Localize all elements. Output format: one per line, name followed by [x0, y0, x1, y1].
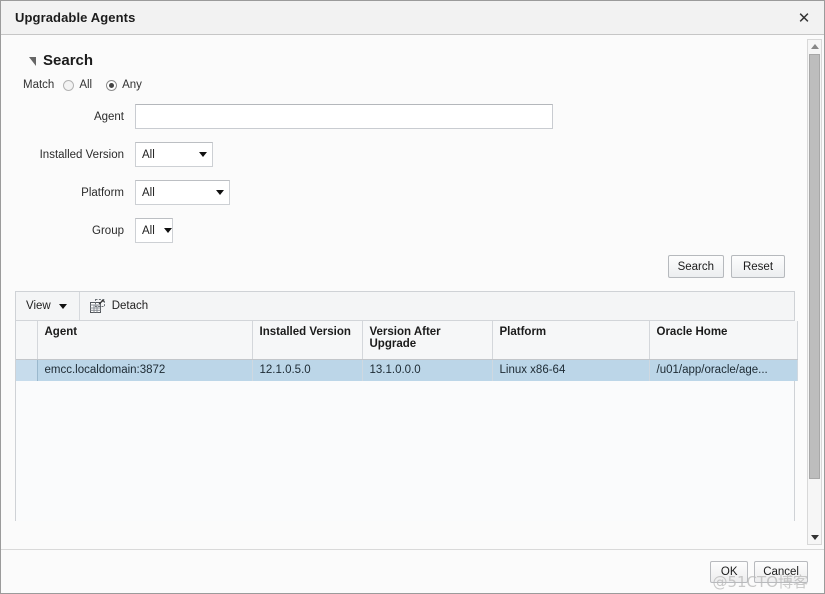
form-row-group: Group All [1, 217, 805, 244]
column-header-installed-version[interactable]: Installed Version [252, 321, 363, 360]
table-header-row: Agent Installed Version Version After Up… [16, 321, 798, 360]
cell-agent: emcc.localdomain:3872 [37, 359, 253, 381]
match-label: Match [23, 79, 55, 91]
dialog-footer: OK Cancel @51CTO博客 [1, 549, 824, 593]
table-header: Agent Installed Version Version After Up… [16, 321, 798, 360]
view-menu-button[interactable]: View [16, 292, 80, 320]
search-section-title: Search [43, 51, 94, 69]
row-select-cell[interactable] [16, 359, 38, 381]
installed-version-value: All [142, 148, 155, 161]
form-row-platform: Platform All [1, 179, 805, 206]
group-value: All [142, 224, 155, 237]
group-field-label: Group [92, 224, 124, 237]
search-form: Agent Installed Version All Platform All… [1, 103, 805, 244]
chevron-down-icon [163, 228, 172, 233]
detach-label: Detach [111, 300, 149, 312]
content-scrollbar[interactable] [807, 39, 822, 545]
table-row[interactable]: emcc.localdomain:3872 12.1.0.5.0 13.1.0.… [16, 359, 798, 381]
match-radio-any[interactable] [106, 79, 118, 91]
close-icon[interactable]: ✕ [792, 6, 816, 30]
ok-button[interactable]: OK [710, 560, 749, 583]
column-header-version-after-upgrade[interactable]: Version After Upgrade [362, 321, 493, 360]
chevron-down-icon [216, 190, 224, 195]
reset-button[interactable]: Reset [731, 255, 785, 278]
dialog-title: Upgradable Agents [15, 10, 136, 25]
search-region: Search Match All Any Agent Installed Ver… [1, 35, 805, 278]
installed-version-select[interactable]: All [135, 142, 213, 167]
chevron-down-icon [58, 303, 67, 309]
match-row: Match All Any [23, 76, 805, 94]
triangle-expanded-icon[interactable] [29, 57, 36, 66]
platform-field-label: Platform [81, 186, 124, 199]
chevron-down-icon [199, 152, 207, 157]
search-button[interactable]: Search [667, 255, 724, 278]
agent-input[interactable] [135, 104, 553, 129]
cell-installed-version: 12.1.0.5.0 [252, 359, 363, 381]
column-header-platform[interactable]: Platform [492, 321, 650, 360]
form-row-agent: Agent [1, 103, 805, 130]
installed-version-field-label: Installed Version [39, 148, 124, 161]
match-radio-any-label[interactable]: Any [122, 79, 142, 91]
platform-select[interactable]: All [135, 180, 230, 205]
column-header-agent[interactable]: Agent [37, 321, 253, 360]
table-toolbar: View Detach [16, 292, 794, 321]
upgradable-agents-dialog: Upgradable Agents ✕ Search Match All Any [0, 0, 825, 594]
cell-version-after-upgrade: 13.1.0.0.0 [362, 359, 493, 381]
detach-button[interactable]: Detach [80, 292, 158, 320]
agent-field-label: Agent [93, 110, 124, 123]
platform-value: All [142, 186, 155, 199]
search-section-header[interactable]: Search [29, 49, 805, 71]
dialog-body: Search Match All Any Agent Installed Ver… [1, 35, 824, 549]
cancel-button[interactable]: Cancel [754, 560, 808, 583]
scroll-up-arrow-icon[interactable] [808, 40, 821, 53]
column-header-oracle-home[interactable]: Oracle Home [649, 321, 798, 360]
match-radio-all-label[interactable]: All [79, 79, 92, 91]
agents-table: Agent Installed Version Version After Up… [16, 321, 798, 381]
select-column-header [16, 321, 38, 360]
detach-icon [89, 298, 105, 314]
table-body: emcc.localdomain:3872 12.1.0.5.0 13.1.0.… [16, 359, 798, 381]
group-select[interactable]: All [135, 218, 173, 243]
match-radio-all[interactable] [63, 79, 75, 91]
search-action-buttons: Search Reset [1, 255, 805, 278]
content-scroll-area: Search Match All Any Agent Installed Ver… [1, 35, 805, 549]
cell-platform: Linux x86-64 [492, 359, 650, 381]
cell-oracle-home: /u01/app/oracle/age... [649, 359, 798, 381]
agents-table-panel: View Detach Agent Installed Version Vers… [15, 291, 798, 521]
scrollbar-thumb[interactable] [809, 54, 820, 479]
scroll-down-arrow-icon[interactable] [808, 531, 821, 544]
form-row-installed-version: Installed Version All [1, 141, 805, 168]
view-menu-label: View [26, 300, 51, 312]
table-empty-area [16, 381, 794, 521]
dialog-titlebar: Upgradable Agents ✕ [1, 1, 824, 35]
